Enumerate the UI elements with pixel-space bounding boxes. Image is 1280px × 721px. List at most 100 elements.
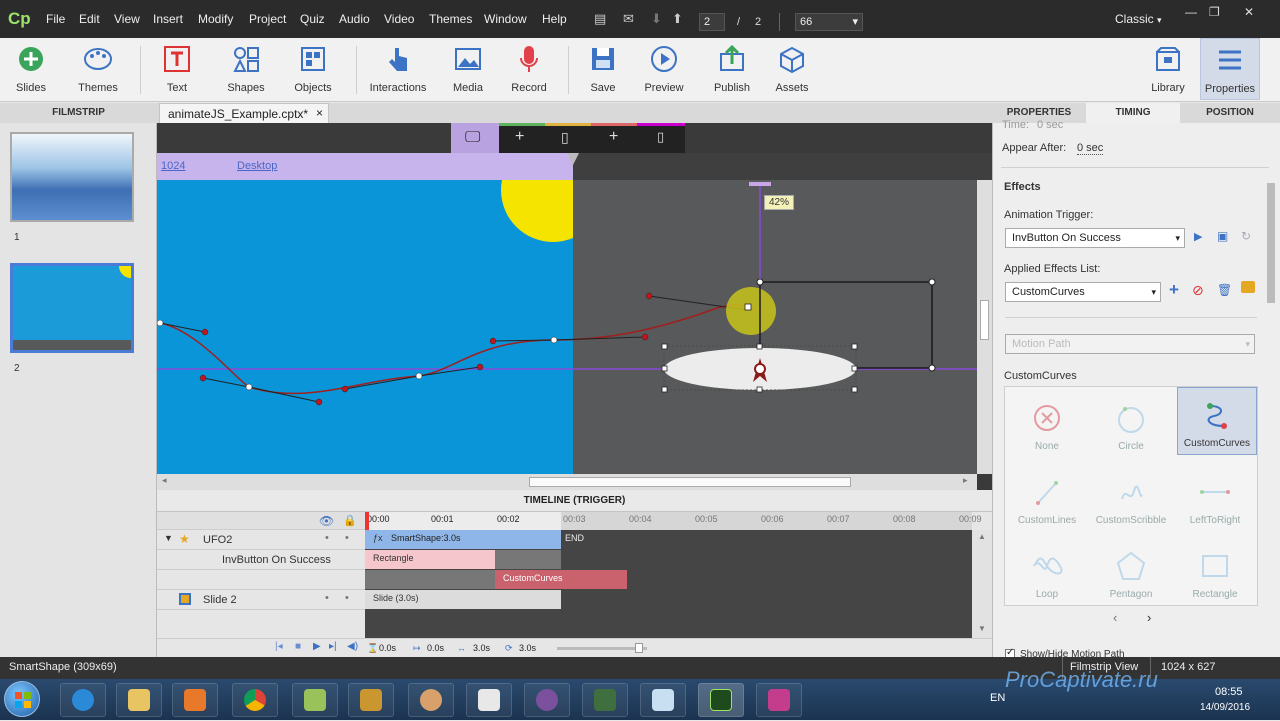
close-icon[interactable]: ✕ — [1244, 5, 1254, 19]
menu-project[interactable]: Project — [249, 12, 286, 26]
timeline-zoom-slider[interactable] — [557, 647, 647, 650]
themes-button[interactable]: Themes — [70, 38, 126, 100]
scroll-up-icon[interactable]: ▲ — [978, 532, 986, 541]
restore-icon[interactable]: ❐ — [1209, 5, 1220, 19]
slides-button[interactable]: Slides — [6, 38, 56, 100]
chevron-left-icon[interactable]: ‹ — [1113, 610, 1117, 625]
slide-bar[interactable]: Slide (3.0s) — [365, 590, 561, 609]
play-icon[interactable]: ▶ — [1194, 230, 1202, 243]
chevron-right-icon[interactable]: › — [1147, 610, 1151, 625]
interactions-button[interactable]: Interactions — [366, 38, 430, 100]
effect-customscribble[interactable]: CustomScribble — [1093, 465, 1169, 531]
slide-thumbnail-1[interactable] — [10, 132, 134, 222]
scroll-down-icon[interactable]: ▼ — [978, 624, 986, 633]
vertical-scrollbar[interactable] — [977, 180, 992, 474]
app-taskbar-button[interactable] — [756, 683, 802, 717]
properties-button[interactable]: Properties — [1200, 38, 1260, 100]
eye-icon[interactable]: 👁 — [319, 514, 334, 528]
timeline-row-slide[interactable]: Slide 2 • • — [157, 590, 365, 610]
effect-customcurves[interactable]: CustomCurves — [1177, 387, 1257, 455]
lock-dot[interactable]: • — [345, 532, 349, 544]
scroll-right-icon[interactable]: ▸ — [963, 475, 968, 486]
forward-icon[interactable]: ▸| — [329, 641, 337, 652]
app-taskbar-button[interactable] — [640, 683, 686, 717]
time-value[interactable]: 0 sec — [1037, 119, 1063, 131]
menu-insert[interactable]: Insert — [153, 12, 183, 26]
breakpoint-width[interactable]: 1024 — [161, 160, 185, 172]
lock-icon[interactable]: 🔒 — [343, 514, 357, 527]
visibility-dot[interactable]: • — [325, 592, 329, 604]
chrome-taskbar-button[interactable] — [232, 683, 278, 717]
timeline-ruler[interactable]: 00:00 00:01 00:02 00:03 00:04 00:05 00:0… — [365, 512, 982, 530]
animation-trigger-select[interactable]: InvButton On Success ▾ — [1005, 228, 1185, 248]
current-slide-field[interactable]: 2 — [699, 13, 725, 31]
effect-customlines[interactable]: CustomLines — [1009, 465, 1085, 531]
playhead[interactable] — [365, 512, 369, 530]
visibility-dot[interactable]: • — [325, 532, 329, 544]
viber-taskbar-button[interactable] — [524, 683, 570, 717]
effect-none[interactable]: None — [1009, 391, 1085, 457]
menu-file[interactable]: File — [46, 12, 65, 26]
shapes-button[interactable]: Shapes — [218, 38, 274, 100]
arrow-up-icon[interactable]: ⬆ — [672, 11, 683, 27]
effect-rectangle[interactable]: Rectangle — [1177, 539, 1253, 605]
record-button[interactable]: Record — [504, 38, 554, 100]
save-icon[interactable]: ▣ — [1217, 229, 1228, 243]
remove-effect-icon[interactable]: ⊘ — [1192, 282, 1204, 299]
menu-modify[interactable]: Modify — [198, 12, 233, 26]
rewind-icon[interactable]: |◂ — [275, 641, 283, 652]
app-taskbar-button[interactable] — [348, 683, 394, 717]
publish-button[interactable]: Publish — [704, 38, 760, 100]
arrow-down-icon[interactable]: ⬇ — [651, 11, 662, 27]
add-effect-icon[interactable]: + — [1169, 280, 1179, 300]
effect-loop[interactable]: Loop — [1009, 539, 1085, 605]
menu-themes[interactable]: Themes — [429, 12, 472, 26]
captivate-taskbar-button[interactable] — [698, 683, 744, 717]
mobile-icon[interactable]: ▯ — [657, 129, 664, 145]
rectangle-bar[interactable]: Rectangle — [365, 550, 495, 569]
timeline-row-effect[interactable] — [157, 570, 365, 590]
breakpoint-name[interactable]: Desktop — [237, 160, 277, 172]
mail-icon[interactable]: ✉ — [623, 11, 634, 27]
effect-lefttoright[interactable]: LeftToRight — [1177, 465, 1253, 531]
app-taskbar-button[interactable] — [582, 683, 628, 717]
refresh-icon[interactable]: ↻ — [1241, 229, 1251, 243]
app-taskbar-button[interactable] — [408, 683, 454, 717]
clock-date[interactable]: 14/09/2016 — [1200, 702, 1250, 713]
menu-view[interactable]: View — [114, 12, 140, 26]
customcurves-bar[interactable]: CustomCurves — [495, 570, 627, 589]
clock-time[interactable]: 08:55 — [1215, 686, 1243, 698]
language-indicator[interactable]: EN — [990, 692, 1005, 704]
start-button[interactable] — [4, 681, 40, 717]
slider-handle[interactable] — [635, 643, 643, 653]
library-button[interactable]: Library — [1142, 38, 1194, 100]
media-button[interactable]: Media — [440, 38, 496, 100]
play-icon[interactable]: ▶ — [313, 641, 321, 652]
menu-quiz[interactable]: Quiz — [300, 12, 325, 26]
device-desktop-tab[interactable]: 🖵 — [451, 123, 499, 153]
applied-effects-select[interactable]: CustomCurves ▾ — [1005, 282, 1161, 302]
stop-icon[interactable]: ■ — [295, 641, 301, 652]
tab-position[interactable]: POSITION — [1180, 103, 1280, 123]
close-tab-icon[interactable]: × — [316, 106, 323, 120]
assets-button[interactable]: Assets — [766, 38, 818, 100]
save-button[interactable]: Save — [578, 38, 628, 100]
effect-circle[interactable]: Circle — [1093, 391, 1169, 457]
add-breakpoint-icon[interactable]: + — [609, 128, 618, 146]
menu-edit[interactable]: Edit — [79, 12, 100, 26]
scroll-left-icon[interactable]: ◂ — [162, 475, 167, 486]
ie-taskbar-button[interactable] — [60, 683, 106, 717]
workspace-switcher[interactable]: Classic ▾ — [1115, 12, 1162, 26]
scroll-thumb[interactable] — [529, 477, 851, 487]
timeline-vscroll[interactable]: ▲ ▼ — [972, 530, 992, 638]
tab-timing[interactable]: TIMING — [1086, 103, 1180, 123]
app-taskbar-button[interactable] — [292, 683, 338, 717]
document-tab[interactable]: animateJS_Example.cptx* × — [159, 103, 329, 123]
minimize-icon[interactable]: — — [1185, 5, 1197, 19]
timeline-row-trigger[interactable]: InvButton On Success — [157, 550, 365, 570]
collapse-icon[interactable]: ▼ — [164, 533, 173, 543]
folder-icon[interactable] — [1241, 281, 1255, 293]
zoom-select[interactable]: 66 ▾ — [795, 13, 863, 31]
tablet-icon[interactable]: ▯ — [561, 129, 569, 146]
text-button[interactable]: Text — [152, 38, 202, 100]
